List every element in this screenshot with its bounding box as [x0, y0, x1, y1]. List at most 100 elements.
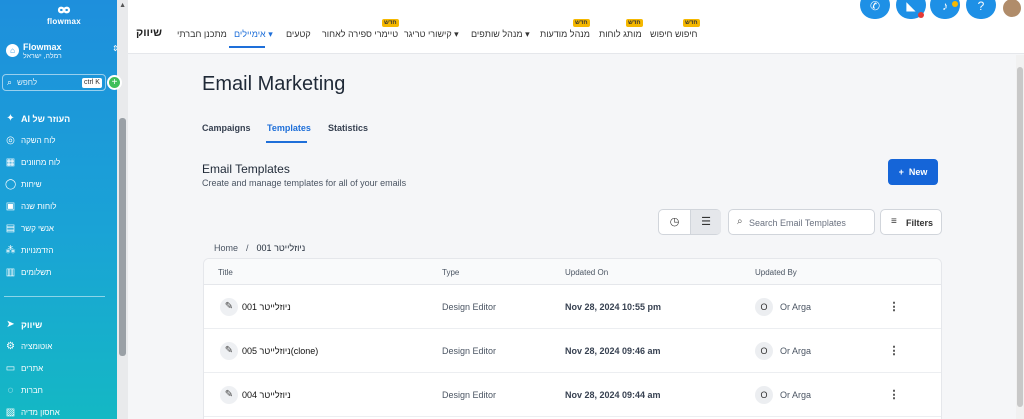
template-updated-on: Nov 28, 2024 09:46 am: [565, 346, 661, 356]
sidebar-item-marketing[interactable]: ➤ שיווק: [0, 314, 117, 336]
shortcut-badge: ctrl K: [82, 78, 102, 88]
section-title: Email Templates: [202, 162, 290, 176]
more-options-icon[interactable]: ⋮: [888, 298, 900, 316]
nav-brand-boards[interactable]: מותג לוחות: [599, 29, 642, 39]
chevron-down-icon: ▾: [454, 29, 459, 39]
phone-icon: ✆: [869, 0, 881, 13]
payments-icon: ▥: [5, 267, 16, 278]
nav-ad-manager[interactable]: מנהל מודעות: [540, 29, 590, 39]
more-options-icon[interactable]: ⋮: [888, 386, 900, 404]
table-row[interactable]: ✎ ניוזלייטר 005(clone) Design Editor Nov…: [204, 329, 941, 373]
table-header: Title Type Updated On Updated By: [204, 259, 941, 285]
quick-add-button[interactable]: +: [107, 75, 122, 90]
templates-table: Title Type Updated On Updated By ✎ ניוזל…: [203, 258, 942, 419]
nav-snippets[interactable]: קטעים: [286, 29, 311, 39]
template-search-placeholder: Search Email Templates: [749, 218, 846, 228]
sidebar-scroll-thumb[interactable]: [119, 118, 126, 356]
main-content: Email Marketing Campaigns Templates Stat…: [128, 55, 1016, 419]
column-header-type: Type: [442, 268, 460, 277]
filters-button[interactable]: ≡ Filters: [880, 209, 942, 235]
flowmax-logo[interactable]: flowmax: [44, 3, 84, 26]
nav-countdown-timers[interactable]: טיימרי ספירה לאחור: [322, 29, 398, 39]
chat-icon: ◯: [5, 179, 17, 190]
sidebar-item-ai-assistant[interactable]: ✦ AI העוזר של: [0, 108, 117, 130]
nav-search[interactable]: חיפוש חיפוש: [650, 29, 697, 39]
template-updated-by: Or Arga: [780, 302, 812, 312]
list-view-button[interactable]: ☰: [690, 210, 721, 234]
sidebar-search-placeholder: לחפש: [17, 78, 38, 87]
table-row[interactable]: ✎ ניוזלייטר 004 Design Editor Nov 28, 20…: [204, 373, 941, 417]
tab-statistics[interactable]: Statistics: [328, 123, 368, 133]
template-title[interactable]: ניוזלייטר 001: [242, 302, 291, 312]
new-badge: חדש: [382, 19, 399, 27]
new-badge: חדש: [683, 19, 700, 27]
account-location-icon: ⌂: [6, 44, 19, 57]
search-icon: ⌕: [737, 216, 743, 227]
main-scroll-thumb[interactable]: [1017, 67, 1023, 407]
megaphone-icon: ◣: [906, 0, 916, 13]
sidebar-item-conversations[interactable]: ◯ שיחות: [0, 174, 117, 196]
pencil-icon: ✎: [220, 342, 238, 360]
nav-social-planner[interactable]: מתכנן חברתי: [177, 29, 227, 39]
sidebar-item-dashboard[interactable]: ▦ לוח מחוונים: [0, 152, 117, 174]
infinity-logo-icon: [57, 6, 71, 14]
main-scrollbar[interactable]: [1016, 55, 1024, 419]
nav-trigger-links[interactable]: קישורי טריגר ▾: [404, 29, 459, 40]
column-header-updated-on: Updated On: [565, 268, 609, 277]
template-search-input[interactable]: ⌕ Search Email Templates: [728, 209, 875, 235]
nav-active-indicator: [229, 46, 265, 48]
search-icon: ⌕: [7, 77, 13, 87]
nav-emails[interactable]: אימיילים ▾: [234, 29, 273, 40]
sidebar-scrollbar[interactable]: ▲: [117, 0, 128, 419]
breadcrumb-separator: /: [246, 243, 249, 253]
sidebar-search[interactable]: ⌕ לחפש ctrl K: [2, 74, 106, 91]
more-options-icon[interactable]: ⋮: [888, 342, 900, 360]
breadcrumb: Home / ניוזלייטר 001: [214, 243, 305, 253]
template-updated-on: Nov 28, 2024 10:55 pm: [565, 302, 662, 312]
grid-icon: ▦: [5, 157, 16, 168]
template-updated-on: Nov 28, 2024 09:44 am: [565, 390, 661, 400]
notification-dot: [952, 1, 958, 7]
template-title[interactable]: ניוזלייטר 004: [242, 390, 291, 400]
notification-dot: [918, 12, 924, 18]
send-icon: ➤: [6, 319, 15, 330]
template-updated-by: Or Arga: [780, 346, 812, 356]
chevron-down-icon: ▾: [268, 29, 273, 39]
sidebar-item-media-storage[interactable]: ▨ אחסון מדיה: [0, 402, 117, 419]
table-row[interactable]: ✎ ניוזלייטר 001 Design Editor Nov 28, 20…: [204, 285, 941, 329]
breadcrumb-current: ניוזלייטר 001: [256, 243, 306, 253]
sidebar-item-launchpad[interactable]: ◎ לוח השקה: [0, 130, 117, 152]
sidebar-item-contacts[interactable]: ▤ אנשי קשר: [0, 218, 117, 240]
user-initial-avatar: O: [755, 342, 773, 360]
sidebar-item-calendars[interactable]: ▣ לוחות שנה: [0, 196, 117, 218]
tab-campaigns[interactable]: Campaigns: [202, 123, 251, 133]
tab-templates[interactable]: Templates: [267, 123, 311, 133]
sidebar-menu: ✦ AI העוזר של ◎ לוח השקה ▦ לוח מחוונים ◯ שיח…: [0, 108, 117, 284]
template-updated-by: Or Arga: [780, 390, 812, 400]
new-badge: חדש: [573, 19, 590, 27]
template-title[interactable]: ניוזלייטר 005(clone): [242, 346, 318, 356]
bell-icon: ♪: [942, 0, 948, 13]
recent-view-button[interactable]: ◷: [659, 210, 690, 234]
pencil-icon: ✎: [220, 298, 238, 316]
sidebar-item-payments[interactable]: ▥ תשלומים: [0, 262, 117, 284]
breadcrumb-home[interactable]: Home: [214, 243, 238, 253]
automation-icon: ⚙: [6, 341, 15, 352]
section-subtitle: Create and manage templates for all of y…: [202, 178, 407, 188]
page-title: Email Marketing: [202, 73, 346, 95]
scroll-up-icon[interactable]: ▲: [119, 2, 126, 9]
sidebar-item-memberships[interactable]: ◌ חברות: [0, 380, 117, 402]
column-header-title: Title: [218, 268, 233, 277]
memberships-icon: ◌: [7, 385, 14, 396]
account-switcher[interactable]: ⌂ Flowmax רמלה, ישראל ⇕: [4, 40, 122, 64]
template-type: Design Editor: [442, 346, 497, 356]
new-template-button[interactable]: + New: [888, 159, 938, 185]
sidebar-item-automation[interactable]: ⚙ אוטומציה: [0, 336, 117, 358]
template-type: Design Editor: [442, 302, 497, 312]
sidebar-item-opportunities[interactable]: ⁂ הזדמנויות: [0, 240, 117, 262]
sidebar-item-sites[interactable]: ▭ אתרים: [0, 358, 117, 380]
clock-icon: ◷: [669, 216, 680, 228]
tab-active-indicator: [266, 141, 307, 143]
media-icon: ▨: [5, 407, 16, 418]
nav-affiliate-manager[interactable]: מנהל שותפים ▾: [471, 29, 530, 40]
